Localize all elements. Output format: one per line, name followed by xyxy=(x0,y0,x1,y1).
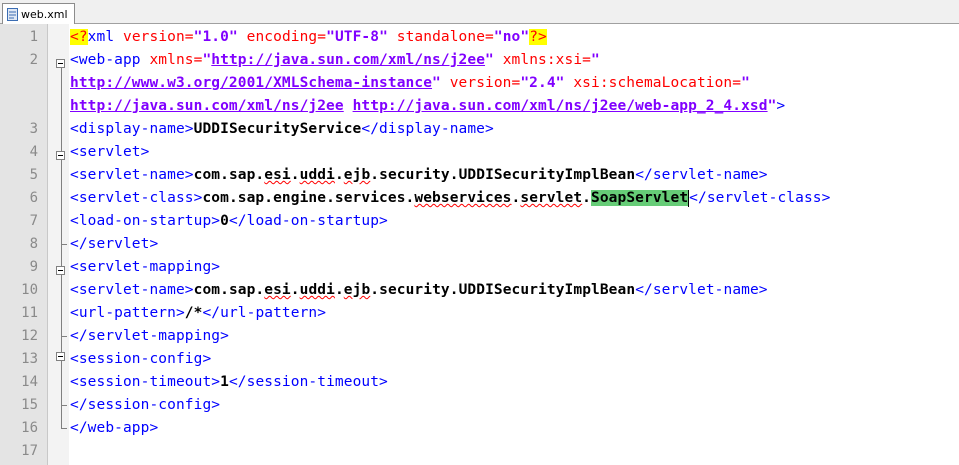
line-number: 8 xyxy=(29,236,38,252)
fold-line xyxy=(61,68,62,429)
code-line: <display-name>UDDISecurityService</displ… xyxy=(70,121,494,137)
fold-toggle-servlet-mapping[interactable] xyxy=(56,266,65,275)
fold-toggle-servlet[interactable] xyxy=(56,151,65,160)
line-number: 4 xyxy=(29,144,38,160)
line-number: 14 xyxy=(21,374,38,390)
tab-web-xml[interactable]: web.xml xyxy=(2,3,75,24)
code-line: http://www.w3.org/2001/XMLSchema-instanc… xyxy=(70,75,750,91)
line-number: 17 xyxy=(21,443,38,459)
fold-end xyxy=(61,244,67,245)
tab-label: web.xml xyxy=(21,7,68,21)
fold-end xyxy=(61,428,67,429)
code-line: <session-config> xyxy=(70,351,212,367)
line-number-gutter: 1 2 3 4 5 6 7 8 9 10 11 12 13 14 15 16 1… xyxy=(0,24,48,465)
code-line: </web-app> xyxy=(70,420,159,436)
line-number: 5 xyxy=(29,167,38,183)
line-number: 11 xyxy=(21,305,38,321)
fold-end xyxy=(61,405,67,406)
code-line: <servlet-name>com.sap.esi.uddi.ejb.secur… xyxy=(70,167,768,183)
line-number: 9 xyxy=(29,259,38,275)
line-number xyxy=(0,95,47,118)
code-line: <servlet> xyxy=(70,144,150,160)
code-line: <servlet-class>com.sap.engine.services.w… xyxy=(70,189,831,207)
line-number: 12 xyxy=(21,328,38,344)
fold-toggle-web-app[interactable] xyxy=(56,59,65,68)
code-line: </session-config> xyxy=(70,397,221,413)
line-number: 3 xyxy=(29,121,38,137)
code-editor[interactable]: <?xml version="1.0" encoding="UTF-8" sta… xyxy=(69,24,959,465)
file-icon xyxy=(7,7,18,21)
code-line: <servlet-mapping> xyxy=(70,259,221,275)
line-number xyxy=(0,72,47,95)
code-line: </servlet> xyxy=(70,236,159,252)
line-number: 2 xyxy=(29,52,38,68)
code-line: <?xml version="1.0" encoding="UTF-8" sta… xyxy=(70,29,547,45)
code-line: http://java.sun.com/xml/ns/j2ee http://j… xyxy=(70,98,786,114)
tab-bar: web.xml xyxy=(0,0,959,24)
line-number: 13 xyxy=(21,351,38,367)
line-number: 10 xyxy=(21,282,38,298)
line-number: 1 xyxy=(29,29,38,45)
fold-toggle-session-config[interactable] xyxy=(56,352,65,361)
code-line: <servlet-name>com.sap.esi.uddi.ejb.secur… xyxy=(70,282,768,298)
line-number: 6 xyxy=(29,190,38,206)
search-highlight: SoapServlet xyxy=(591,190,689,206)
code-line: </servlet-mapping> xyxy=(70,328,229,344)
line-number: 15 xyxy=(21,397,38,413)
code-line: <load-on-startup>0</load-on-startup> xyxy=(70,213,388,229)
code-line: <session-timeout>1</session-timeout> xyxy=(70,374,388,390)
line-number: 16 xyxy=(21,420,38,436)
code-line: <url-pattern>/*</url-pattern> xyxy=(70,305,327,321)
fold-end xyxy=(61,336,67,337)
line-number: 7 xyxy=(29,213,38,229)
code-line: <web-app xmlns="http://java.sun.com/xml/… xyxy=(70,52,600,68)
